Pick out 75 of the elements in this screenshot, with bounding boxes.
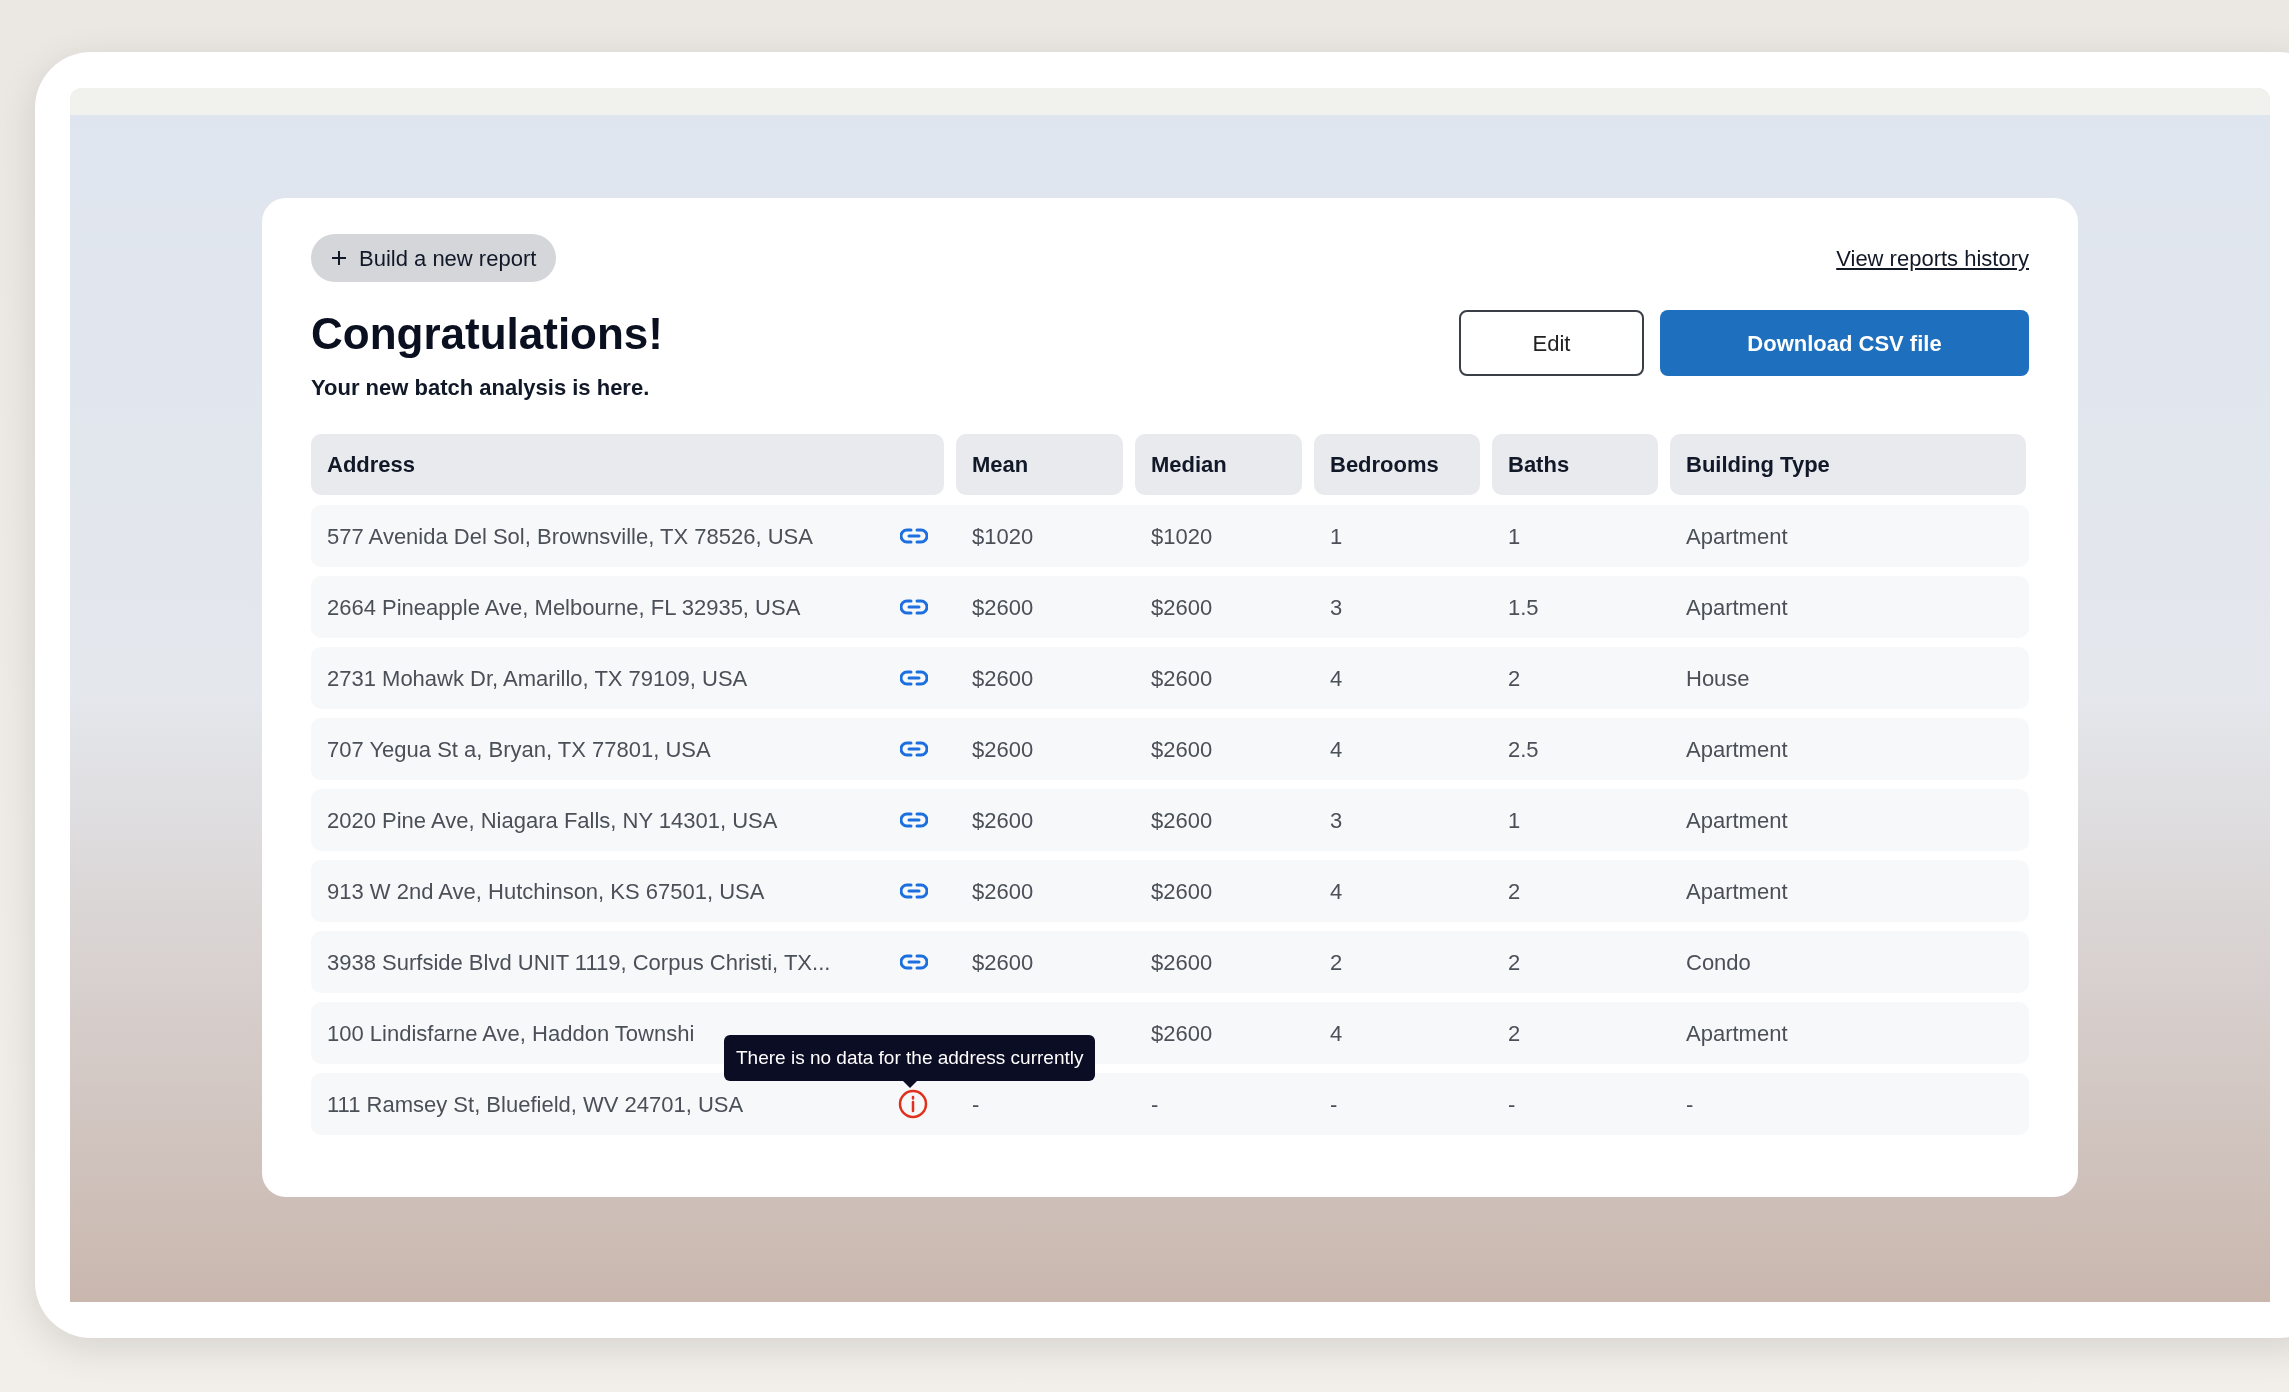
address-cell-text: 3938 Surfside Blvd UNIT 1119, Corpus Christi, TX... [327,948,831,977]
table-cell: - [972,1091,980,1117]
table-cell: 3 [1330,807,1343,833]
link-icon[interactable] [900,953,928,971]
table-cell: 2 [1508,878,1521,904]
table-cell: 2 [1330,949,1343,975]
page-title: Congratulations! [311,308,663,360]
table-cell: House [1686,665,1750,691]
table-cell: Apartment [1686,1020,1788,1046]
table-cell: $2600 [972,949,1034,975]
table-cell: $2600 [1151,949,1213,975]
plus-icon [331,250,347,266]
table-cell: 4 [1330,1020,1343,1046]
table-cell: 1.5 [1508,594,1539,620]
table-cell: $2600 [1151,665,1213,691]
address-cell-text: 2020 Pine Ave, Niagara Falls, NY 14301, USA [327,806,778,835]
link-icon[interactable] [900,598,928,616]
column-header: Bedrooms [1314,434,1480,495]
table-cell: $1020 [972,523,1034,549]
column-header: Median [1135,434,1302,495]
page-subtitle: Your new batch analysis is here. [311,374,651,402]
table-cell: - [1508,1091,1516,1117]
table-cell: Apartment [1686,736,1788,762]
table-cell: Apartment [1686,594,1788,620]
address-cell-text: 100 Lindisfarne Ave, Haddon Townshi [327,1019,695,1048]
table-cell: $2600 [972,665,1034,691]
table-cell: 1 [1330,523,1343,549]
table-cell: $2600 [1151,594,1213,620]
table-cell: $2600 [1151,736,1213,762]
column-header: Baths [1492,434,1658,495]
column-header: Building Type [1670,434,2026,495]
download-button[interactable]: Download CSV file [1660,310,2029,376]
table-cell: 2 [1508,949,1521,975]
table-cell: 1 [1508,523,1521,549]
address-cell-text: 577 Avenida Del Sol, Brownsville, TX 78526, USA [327,522,813,551]
table-cell: 4 [1330,665,1343,691]
address-cell-text: 913 W 2nd Ave, Hutchinson, KS 67501, USA [327,877,765,906]
info-icon[interactable] [898,1089,928,1119]
table-cell: Apartment [1686,878,1788,904]
table-cell: $1020 [1151,523,1213,549]
new-report-button[interactable]: Build a new report [311,234,557,282]
table-cell: 2.5 [1508,736,1539,762]
table-cell: Condo [1686,949,1751,975]
table-cell: Apartment [1686,807,1788,833]
address-cell-text: 111 Ramsey St, Bluefield, WV 24701, USA [327,1090,744,1119]
table-cell: 2 [1508,665,1521,691]
tooltip-arrow [902,1081,917,1088]
table-cell: 2 [1508,1020,1521,1046]
history-link[interactable]: View reports history [1836,241,2029,275]
address-cell-text: 707 Yegua St a, Bryan, TX 77801, USA [327,735,711,764]
table-cell: 4 [1330,736,1343,762]
table-cell: - [1686,1091,1694,1117]
table-cell: $2600 [972,807,1034,833]
table-cell: $2600 [972,594,1034,620]
table-cell: $2600 [972,736,1034,762]
address-cell-text: 2731 Mohawk Dr, Amarillo, TX 79109, USA [327,664,748,693]
table-cell: Apartment [1686,523,1788,549]
table-cell: - [1151,1091,1159,1117]
table-cell: - [1330,1091,1338,1117]
link-icon[interactable] [900,527,928,545]
column-header: Address [311,434,944,495]
table-cell: $2600 [1151,1020,1213,1046]
table-cell: $2600 [1151,878,1213,904]
link-icon[interactable] [900,811,928,829]
edit-button[interactable]: Edit [1459,310,1644,376]
link-icon[interactable] [900,740,928,758]
table-cell: 3 [1330,594,1343,620]
table-cell: 4 [1330,878,1343,904]
address-cell-text: 2664 Pineapple Ave, Melbourne, FL 32935, USA [327,593,801,622]
link-icon[interactable] [900,882,928,900]
table-cell: $2600 [1151,807,1213,833]
link-icon[interactable] [900,669,928,687]
table-cell: $2600 [972,878,1034,904]
table-cell: 1 [1508,807,1521,833]
column-header: Mean [956,434,1123,495]
